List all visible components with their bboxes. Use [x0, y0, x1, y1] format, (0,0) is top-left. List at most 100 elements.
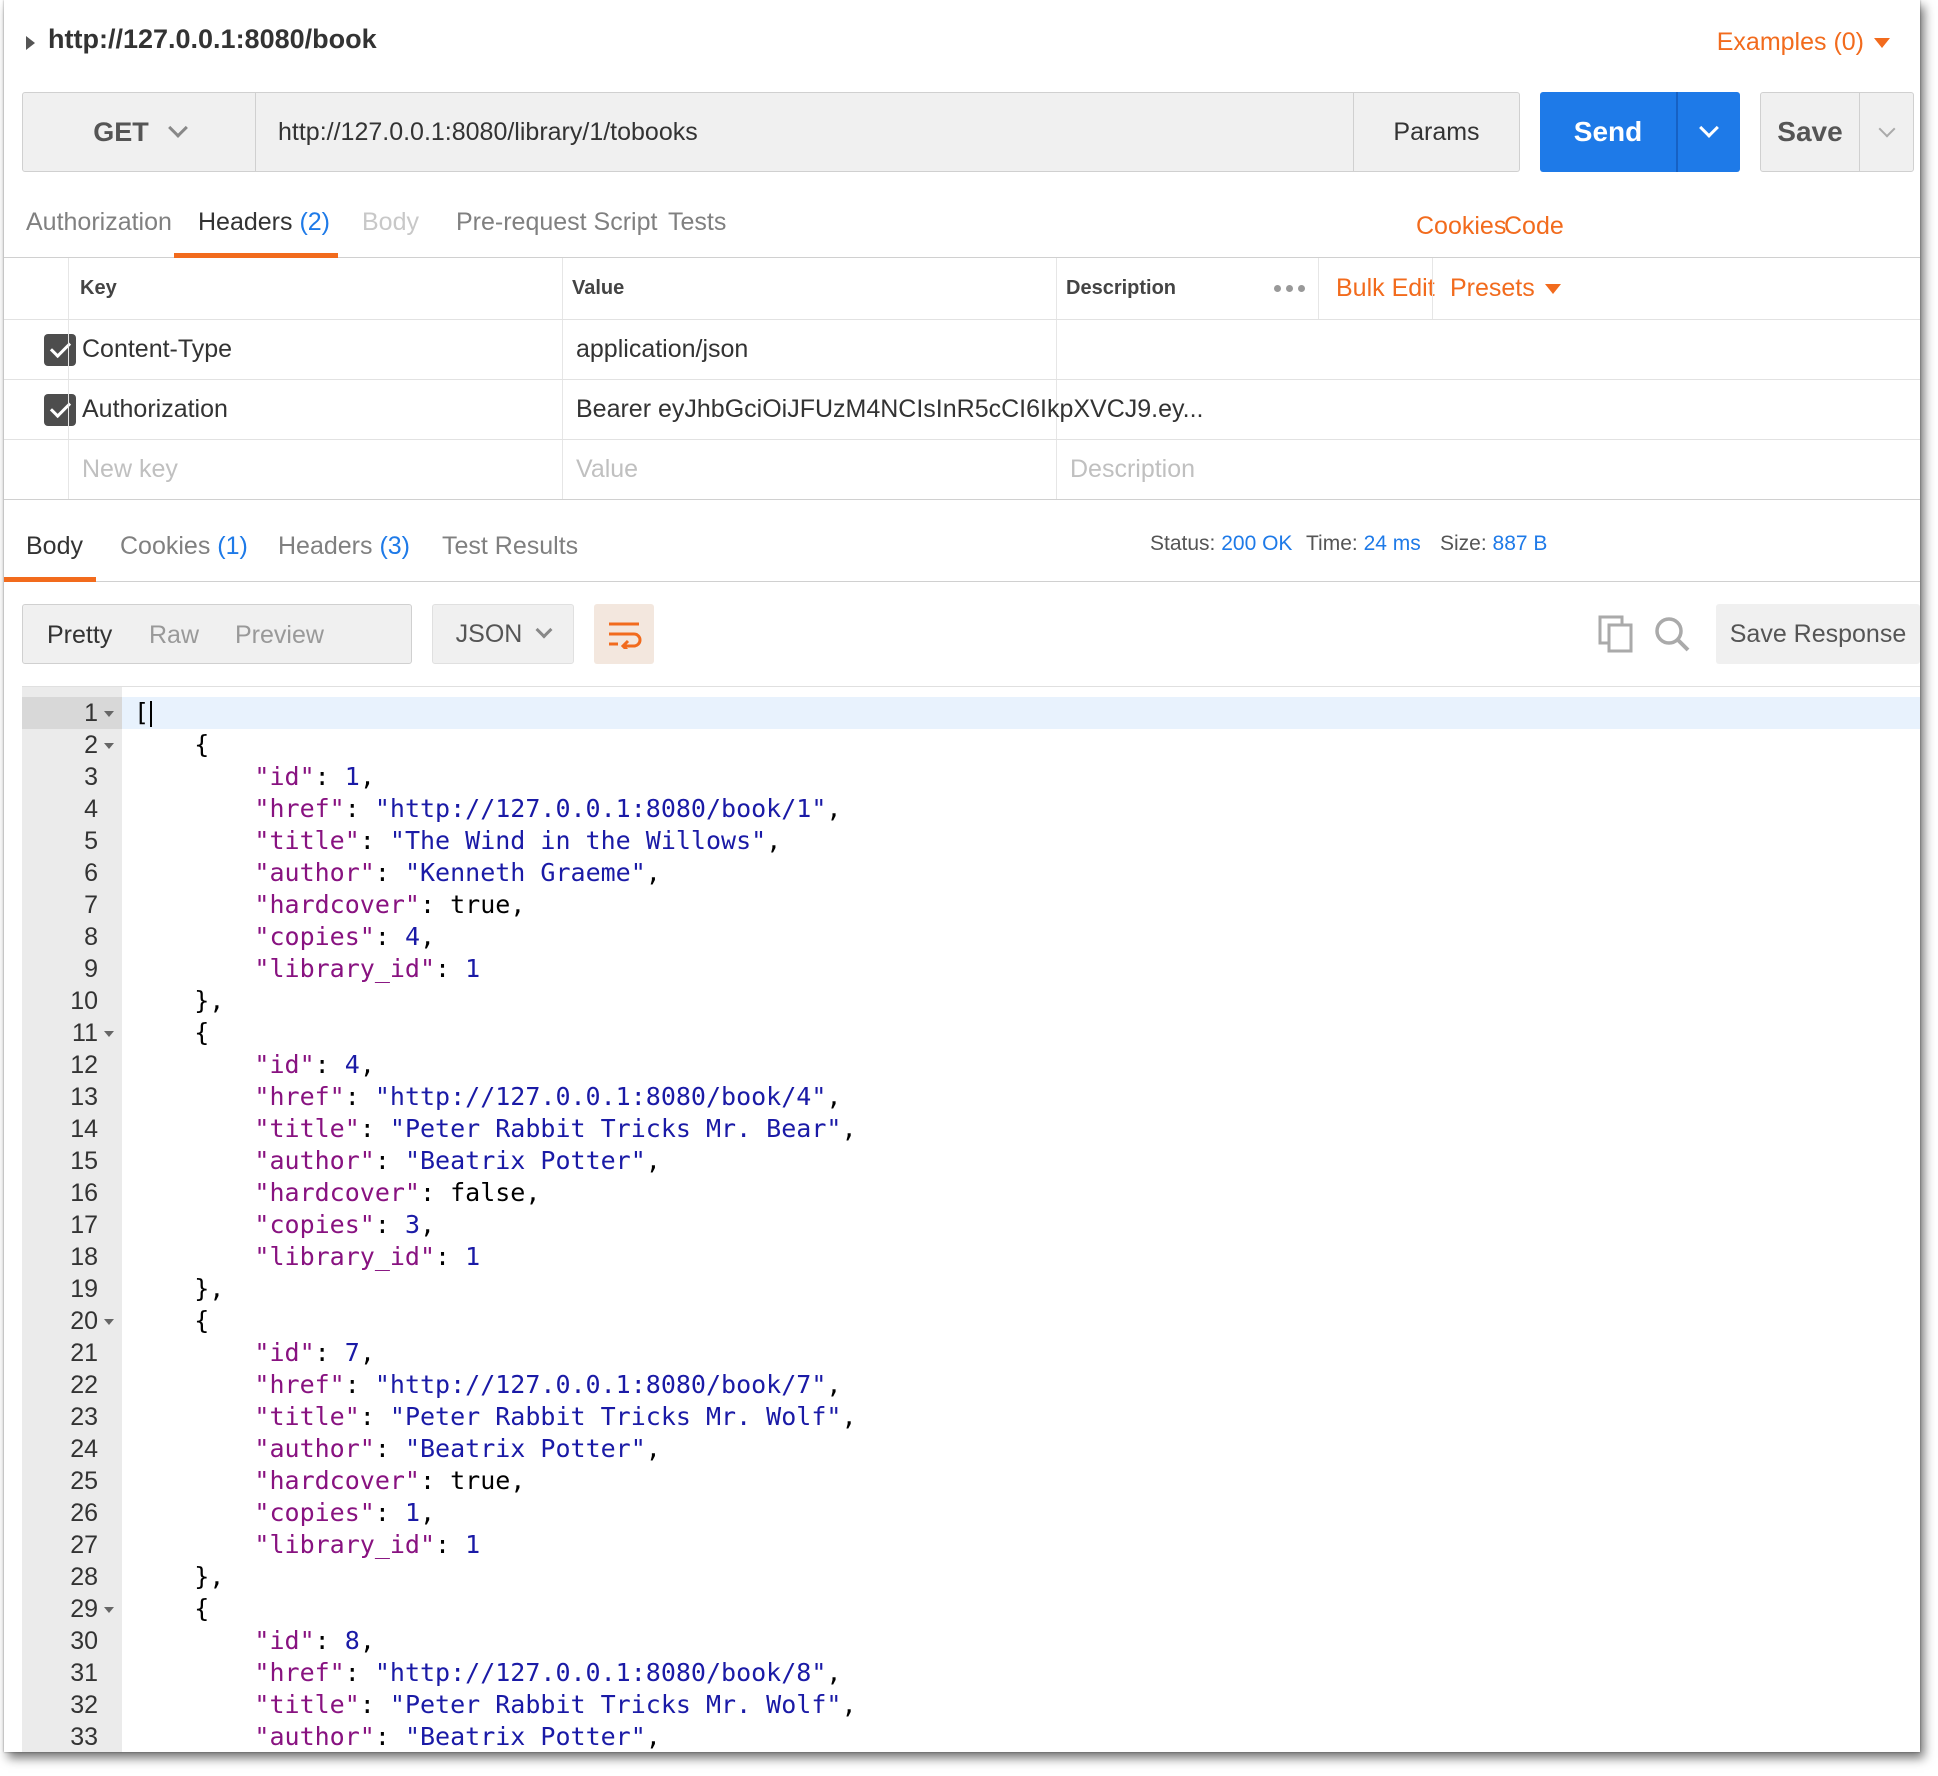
- request-bar: GET http://127.0.0.1:8080/library/1/tobo…: [22, 92, 1520, 172]
- fold-toggle-icon[interactable]: [104, 1607, 114, 1613]
- examples-dropdown[interactable]: Examples (0): [1717, 28, 1890, 57]
- tab-response-headers-label: Headers: [278, 532, 373, 560]
- raw-button[interactable]: Raw: [149, 621, 199, 650]
- code-line: 31 "href": "http://127.0.0.1:8080/book/8…: [22, 1657, 1920, 1689]
- params-button[interactable]: Params: [1354, 92, 1520, 172]
- fold-toggle-icon[interactable]: [104, 1031, 114, 1037]
- more-options-icon[interactable]: [1274, 258, 1305, 319]
- line-number: 18: [70, 1243, 98, 1271]
- line-number: 2: [84, 731, 98, 759]
- line-number: 29: [70, 1595, 98, 1623]
- tab-response-cookies[interactable]: Cookies (1): [120, 532, 248, 561]
- line-number: 23: [70, 1403, 98, 1431]
- triangle-down-icon: [1544, 283, 1561, 294]
- header-key-field[interactable]: Content-Type: [82, 320, 232, 379]
- code-line: 6 "author": "Kenneth Graeme",: [22, 857, 1920, 889]
- code-text: "author": "Kenneth Graeme",: [254, 858, 661, 887]
- line-number: 6: [84, 859, 98, 887]
- format-select[interactable]: JSON: [432, 604, 574, 664]
- code-text: "title": "Peter Rabbit Tricks Mr. Bear",: [254, 1114, 857, 1143]
- save-response-button[interactable]: Save Response: [1716, 604, 1920, 664]
- save-dropdown[interactable]: [1859, 93, 1913, 171]
- code-text: "copies": 4,: [254, 922, 436, 951]
- code-text: "author": "Beatrix Potter",: [254, 1146, 661, 1175]
- tab-prerequest-script[interactable]: Pre-request Script: [456, 208, 657, 237]
- code-line: 15 "author": "Beatrix Potter",: [22, 1145, 1920, 1177]
- pretty-button[interactable]: Pretty: [47, 621, 112, 650]
- code-line: 16 "hardcover": false,: [22, 1177, 1920, 1209]
- line-number: 28: [70, 1563, 98, 1591]
- cookies-link[interactable]: Cookies: [1416, 212, 1506, 241]
- tab-headers[interactable]: Headers (2): [198, 208, 330, 237]
- code-text: {: [134, 730, 210, 759]
- code-line: 21 "id": 7,: [22, 1337, 1920, 1369]
- column-header-key: Key: [80, 277, 117, 299]
- fold-toggle-icon[interactable]: [104, 1319, 114, 1325]
- tab-body[interactable]: Body: [362, 208, 419, 237]
- new-value-input[interactable]: Value: [576, 440, 638, 499]
- code-line: 23 "title": "Peter Rabbit Tricks Mr. Wol…: [22, 1401, 1920, 1433]
- header-key-field[interactable]: Authorization: [82, 380, 228, 439]
- line-number: 33: [70, 1723, 98, 1751]
- code-text: "href": "http://127.0.0.1:8080/book/7",: [254, 1370, 842, 1399]
- format-label: JSON: [455, 619, 523, 648]
- tab-headers-label: Headers: [198, 208, 293, 236]
- wrap-lines-button[interactable]: [594, 604, 654, 664]
- line-number: 20: [70, 1307, 98, 1335]
- chevron-down-icon: [535, 621, 553, 639]
- preview-button[interactable]: Preview: [235, 621, 324, 650]
- code-text: },: [134, 986, 225, 1015]
- line-number: 30: [70, 1627, 98, 1655]
- request-tabs: Authorization Headers (2) Body Pre-reque…: [4, 196, 1920, 258]
- code-line: 33 "author": "Beatrix Potter",: [22, 1721, 1920, 1752]
- time-value: 24 ms: [1363, 532, 1421, 555]
- code-line: 2 {: [22, 729, 1920, 761]
- url-input[interactable]: http://127.0.0.1:8080/library/1/tobooks: [256, 92, 1354, 172]
- examples-label: Examples (0): [1716, 28, 1864, 56]
- send-button[interactable]: Send: [1540, 92, 1676, 172]
- code-link[interactable]: Code: [1504, 212, 1564, 241]
- code-line: 7 "hardcover": true,: [22, 889, 1920, 921]
- fold-toggle-icon[interactable]: [104, 711, 114, 717]
- code-line: 10 },: [22, 985, 1920, 1017]
- bulk-edit-link[interactable]: Bulk Edit: [1336, 258, 1435, 319]
- search-button[interactable]: [1650, 612, 1694, 656]
- request-name[interactable]: http://127.0.0.1:8080/book: [48, 24, 377, 55]
- new-header-row: New key Value Description: [4, 440, 1920, 500]
- response-body-editor[interactable]: 1[2 {3 "id": 1, 4 "href": "http://127.0.0…: [22, 686, 1920, 1752]
- line-number: 13: [70, 1083, 98, 1111]
- code-line: 28 },: [22, 1561, 1920, 1593]
- send-dropdown[interactable]: [1676, 92, 1740, 172]
- column-header-description: Description: [1066, 277, 1177, 299]
- method-select[interactable]: GET: [22, 92, 256, 172]
- line-number: 12: [70, 1051, 98, 1079]
- save-button[interactable]: Save: [1761, 93, 1859, 171]
- size-display: Size: 887 B: [1440, 532, 1547, 556]
- header-value-field[interactable]: application/json: [576, 320, 748, 379]
- new-description-input[interactable]: Description: [1070, 440, 1195, 499]
- line-number: 9: [84, 955, 98, 983]
- header-value-field[interactable]: Bearer eyJhbGciOiJFUzM4NCIsInR5cCI6IkpXV…: [576, 380, 1204, 439]
- line-number: 27: [70, 1531, 98, 1559]
- header-enabled-checkbox[interactable]: [44, 394, 76, 426]
- code-line: 20 {: [22, 1305, 1920, 1337]
- code-text: {: [134, 1594, 210, 1623]
- code-text: "href": "http://127.0.0.1:8080/book/1",: [254, 794, 842, 823]
- tab-response-body[interactable]: Body: [26, 532, 83, 561]
- tab-response-headers[interactable]: Headers (3): [278, 532, 410, 561]
- line-number: 21: [70, 1339, 98, 1367]
- header-enabled-checkbox[interactable]: [44, 334, 76, 366]
- presets-dropdown[interactable]: Presets: [1450, 258, 1561, 319]
- tab-test-results[interactable]: Test Results: [442, 532, 578, 561]
- code-line: 5 "title": "The Wind in the Willows",: [22, 825, 1920, 857]
- tab-tests[interactable]: Tests: [668, 208, 726, 237]
- new-key-input[interactable]: New key: [82, 440, 178, 499]
- size-value: 887 B: [1492, 532, 1548, 555]
- copy-button[interactable]: [1594, 612, 1638, 656]
- collapse-caret-icon[interactable]: [26, 36, 35, 50]
- chevron-down-icon: [167, 118, 188, 138]
- fold-toggle-icon[interactable]: [104, 743, 114, 749]
- status-display: Status: 200 OK: [1150, 532, 1292, 556]
- code-line: 9 "library_id": 1: [22, 953, 1920, 985]
- tab-authorization[interactable]: Authorization: [26, 208, 172, 237]
